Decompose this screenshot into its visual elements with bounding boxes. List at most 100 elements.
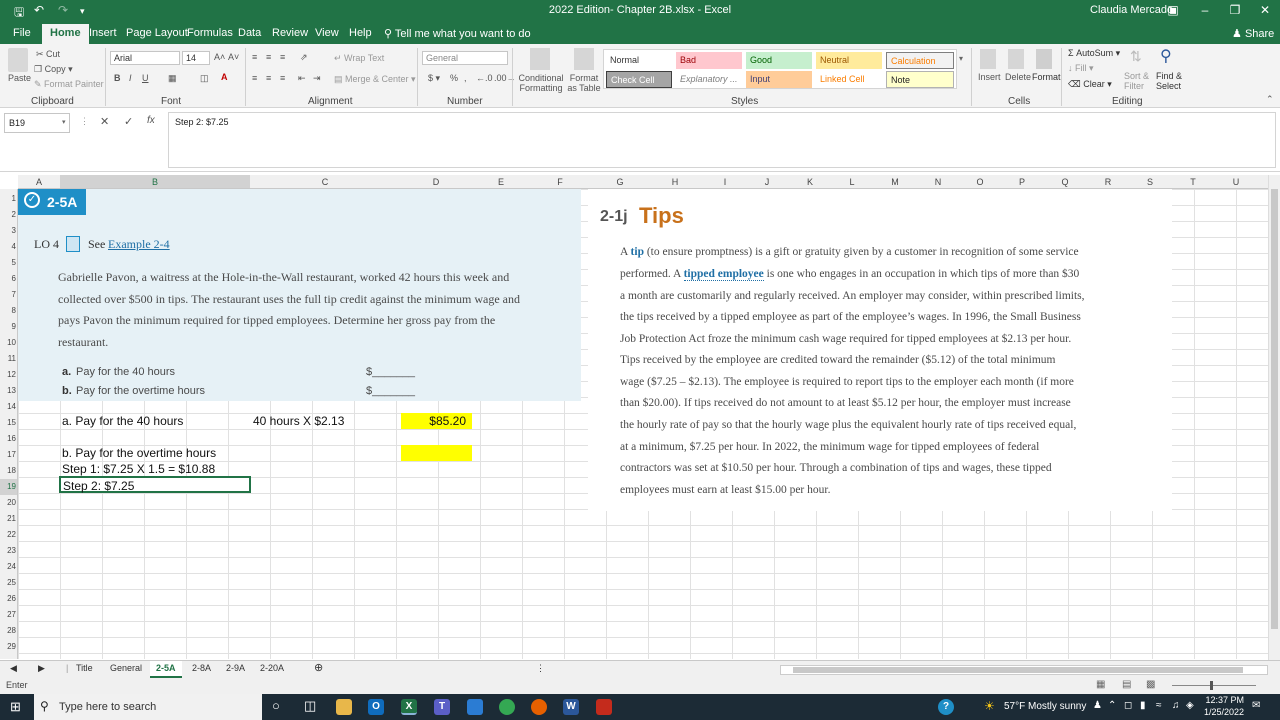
tab-formulas[interactable]: Formulas [187, 27, 233, 39]
find-select-button[interactable]: Find & Select [1156, 71, 1186, 91]
col-header-a[interactable]: A [18, 177, 60, 187]
windows-start-icon[interactable]: ⊞ [10, 699, 21, 715]
close-icon[interactable]: ✕ [1250, 3, 1280, 17]
task-view-icon[interactable]: ◫ [304, 698, 316, 714]
row-header[interactable]: 11 [0, 354, 16, 363]
font-name-select[interactable]: Arial [110, 51, 180, 65]
underline-icon[interactable]: U [142, 73, 149, 83]
sheet-tab-title[interactable]: Title [76, 663, 93, 673]
cortana-icon[interactable]: ○ [272, 698, 280, 713]
row-header[interactable]: 28 [0, 626, 16, 635]
row-header[interactable]: 6 [0, 274, 16, 283]
row-header[interactable]: 17 [0, 450, 16, 459]
app-icon[interactable] [467, 699, 483, 715]
zoom-slider-thumb[interactable] [1210, 681, 1213, 690]
word-icon[interactable]: W [563, 699, 579, 715]
cell-b17[interactable]: b. Pay for the overtime hours [62, 446, 216, 460]
sort-filter-icon[interactable]: ⇅ [1130, 48, 1142, 65]
cell-b15[interactable]: a. Pay for the 40 hours [62, 414, 183, 428]
font-size-select[interactable]: 14 [182, 51, 210, 65]
format-cells-icon[interactable] [1036, 49, 1052, 69]
formula-input[interactable]: Step 2: $7.25 [168, 112, 1276, 168]
minimize-icon[interactable]: – [1190, 3, 1220, 17]
page-layout-icon[interactable]: ▤ [1122, 679, 1131, 690]
firefox-icon[interactable] [531, 699, 547, 715]
insert-cells-button[interactable]: Insert [978, 72, 1001, 82]
tell-me-box[interactable]: ⚲ Tell me what you want to do [384, 27, 531, 40]
copy-button[interactable]: ❐ Copy ▾ [34, 64, 73, 75]
bold-icon[interactable]: B [114, 73, 121, 83]
row-header[interactable]: 13 [0, 386, 16, 395]
font-color-icon[interactable]: A [221, 72, 228, 82]
tab-insert[interactable]: Insert [89, 27, 117, 39]
col-header-k[interactable]: K [789, 177, 831, 187]
tab-help[interactable]: Help [349, 27, 372, 39]
col-header-j[interactable]: J [746, 177, 788, 187]
next-sheet-icon[interactable]: ▶ [38, 663, 45, 674]
col-header-d[interactable]: D [400, 177, 472, 187]
normal-view-icon[interactable]: ▦ [1096, 679, 1105, 690]
number-format-select[interactable]: General [422, 51, 508, 65]
conditional-formatting-button[interactable]: Conditional Formatting [518, 73, 564, 93]
row-header[interactable]: 29 [0, 642, 16, 651]
tab-file[interactable]: File [13, 27, 31, 39]
col-header-q[interactable]: Q [1044, 177, 1086, 187]
col-header-h[interactable]: H [654, 177, 696, 187]
col-header-s[interactable]: S [1129, 177, 1171, 187]
col-header-c[interactable]: C [250, 177, 400, 187]
person-tray-icon[interactable]: ♟ [1093, 700, 1102, 711]
style-note[interactable]: Note [886, 71, 954, 88]
row-header[interactable]: 4 [0, 242, 16, 251]
paste-button[interactable]: Paste [8, 73, 31, 83]
find-icon[interactable]: ⚲ [1160, 46, 1172, 66]
battery-icon[interactable]: ▮ [1140, 700, 1146, 711]
col-header-f[interactable]: F [530, 177, 590, 187]
delete-cells-icon[interactable] [1008, 49, 1024, 69]
weather-text[interactable]: 57°F Mostly sunny [1004, 701, 1086, 712]
tab-review[interactable]: Review [272, 27, 308, 39]
row-header[interactable]: 10 [0, 338, 16, 347]
row-header[interactable]: 18 [0, 466, 16, 475]
style-good[interactable]: Good [746, 52, 812, 69]
percent-icon[interactable]: % [450, 73, 458, 83]
row-header[interactable]: 8 [0, 306, 16, 315]
clear-button[interactable]: ⌫ Clear ▾ [1068, 79, 1112, 90]
row-header[interactable]: 24 [0, 562, 16, 571]
notifications-icon[interactable]: ✉ [1252, 700, 1260, 711]
format-as-table-button[interactable]: Format as Table [566, 73, 602, 93]
teams-icon[interactable]: T [434, 699, 450, 715]
sheet-options-icon[interactable]: ⋮ [536, 663, 545, 674]
increase-decimal-icon[interactable]: ←.0 [476, 73, 493, 83]
chrome-icon[interactable] [499, 699, 515, 715]
collapse-ribbon-icon[interactable]: ⌃ [1266, 94, 1274, 105]
col-header-e[interactable]: E [472, 177, 530, 187]
wifi-icon[interactable]: ≈ [1156, 700, 1162, 711]
increase-font-icon[interactable]: A˄ [214, 52, 225, 62]
col-header-o[interactable]: O [959, 177, 1001, 187]
styles-more-icon[interactable]: ▾ [959, 54, 963, 63]
sheet-tab-2-8a[interactable]: 2-8A [192, 663, 211, 673]
col-header-i[interactable]: I [704, 177, 746, 187]
new-sheet-icon[interactable]: ⊕ [314, 661, 323, 674]
format-as-table-icon[interactable] [574, 48, 594, 70]
cell-d15[interactable]: $85.20 [401, 413, 472, 429]
col-header-u[interactable]: U [1215, 177, 1257, 187]
help-icon[interactable]: ? [938, 699, 954, 715]
style-neutral[interactable]: Neutral [816, 52, 882, 69]
col-header-p[interactable]: P [1001, 177, 1043, 187]
row-header[interactable]: 15 [0, 418, 16, 427]
sheet-tab-2-9a[interactable]: 2-9A [226, 663, 245, 673]
tab-view[interactable]: View [315, 27, 339, 39]
bottom-align-icon[interactable]: ≡ [280, 52, 285, 62]
name-box-dropdown-icon[interactable]: ▾ [62, 118, 66, 126]
row-header[interactable]: 16 [0, 434, 16, 443]
ribbon-display-icon[interactable]: ▣ [1158, 3, 1188, 17]
wrap-text-button[interactable]: ↵ Wrap Text [334, 53, 384, 64]
chevron-up-icon[interactable]: ⌃ [1108, 700, 1116, 711]
align-right-icon[interactable]: ≡ [280, 73, 285, 83]
row-header[interactable]: 19 [0, 482, 16, 491]
row-header[interactable]: 22 [0, 530, 16, 539]
autosum-button[interactable]: Σ AutoSum ▾ [1068, 48, 1120, 59]
row-header[interactable]: 20 [0, 498, 16, 507]
comma-icon[interactable]: , [464, 73, 467, 83]
